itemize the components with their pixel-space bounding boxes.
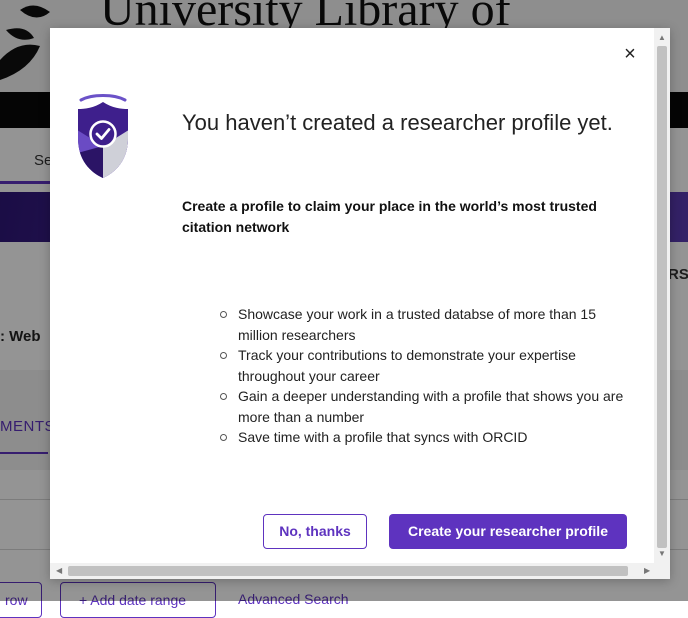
researcher-profile-dialog: × You haven’t created a researcher profi… bbox=[50, 28, 670, 579]
bullet-icon bbox=[220, 434, 227, 441]
benefit-text: Track your contributions to demonstrate … bbox=[238, 347, 576, 384]
dialog-heading: You haven’t created a researcher profile… bbox=[182, 110, 613, 135]
bullet-icon bbox=[220, 393, 227, 400]
bullet-icon bbox=[220, 352, 227, 359]
benefits-list: Showcase your work in a trusted databse … bbox=[220, 304, 632, 448]
list-item: Save time with a profile that syncs with… bbox=[220, 427, 632, 448]
scroll-down-icon[interactable]: ▼ bbox=[658, 550, 666, 558]
benefit-text: Gain a deeper understanding with a profi… bbox=[238, 388, 624, 425]
vertical-scrollbar[interactable]: ▲ ▼ bbox=[654, 28, 670, 563]
horizontal-scroll-thumb[interactable] bbox=[68, 566, 628, 576]
create-profile-button[interactable]: Create your researcher profile bbox=[389, 514, 627, 549]
scroll-right-icon[interactable]: ▶ bbox=[644, 567, 650, 575]
close-button[interactable]: × bbox=[620, 42, 640, 66]
close-icon: × bbox=[624, 43, 636, 65]
bullet-icon bbox=[220, 311, 227, 318]
list-item: Gain a deeper understanding with a profi… bbox=[220, 386, 632, 427]
benefit-text: Save time with a profile that syncs with… bbox=[238, 429, 528, 445]
vertical-scroll-thumb[interactable] bbox=[657, 46, 667, 548]
list-item: Track your contributions to demonstrate … bbox=[220, 345, 632, 386]
no-thanks-button[interactable]: No, thanks bbox=[263, 514, 367, 549]
shield-check-icon bbox=[78, 94, 128, 178]
scroll-up-icon[interactable]: ▲ bbox=[658, 34, 666, 42]
scroll-left-icon[interactable]: ◀ bbox=[56, 567, 62, 575]
benefit-text: Showcase your work in a trusted databse … bbox=[238, 306, 596, 343]
list-item: Showcase your work in a trusted databse … bbox=[220, 304, 632, 345]
dialog-subheading: Create a profile to claim your place in … bbox=[182, 198, 597, 235]
horizontal-scrollbar[interactable]: ◀ ▶ bbox=[50, 563, 670, 579]
